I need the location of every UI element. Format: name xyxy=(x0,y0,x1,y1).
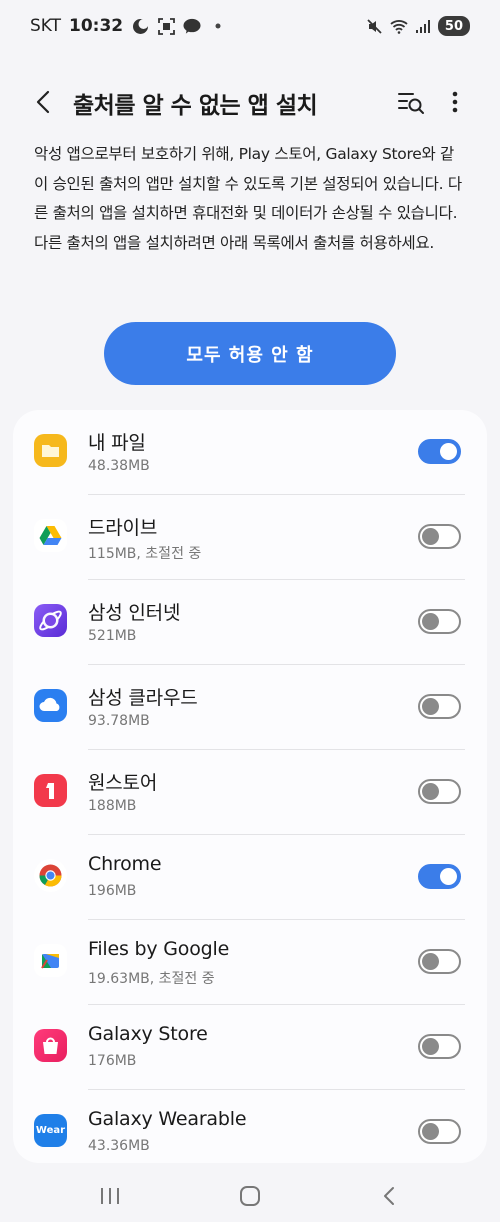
battery-indicator: 50 xyxy=(437,16,470,36)
notification-dot-icon xyxy=(209,17,227,35)
toggle-knob xyxy=(422,613,439,630)
status-bar: SKT 10:32 50 xyxy=(0,0,500,52)
allow-toggle[interactable] xyxy=(418,609,461,634)
app-name: 삼성 인터넷 xyxy=(88,602,181,624)
toggle-knob xyxy=(422,698,439,715)
more-vert-icon xyxy=(452,91,458,113)
toggle-knob xyxy=(422,783,439,800)
app-row[interactable]: Wear Galaxy Wearable 43.36MB xyxy=(13,1090,487,1163)
app-size: 43.36MB xyxy=(88,1138,150,1154)
app-name: 원스토어 xyxy=(88,772,158,794)
page-title: 출처를 알 수 없는 앱 설치 xyxy=(73,93,318,119)
app-size: 188MB xyxy=(88,798,137,814)
app-name: Galaxy Wearable xyxy=(88,1108,247,1130)
allow-toggle[interactable] xyxy=(418,779,461,804)
toggle-knob xyxy=(422,953,439,970)
signal-icon xyxy=(414,17,432,35)
app-size: 196MB xyxy=(88,883,137,899)
screenshot-icon xyxy=(157,17,175,35)
app-name: 드라이브 xyxy=(88,517,158,539)
app-row[interactable]: 삼성 인터넷 521MB xyxy=(13,580,487,665)
my-files-icon xyxy=(34,434,67,467)
app-row[interactable]: 원스토어 188MB xyxy=(13,750,487,835)
back-button[interactable] xyxy=(30,88,58,116)
toggle-knob xyxy=(422,1123,439,1140)
back-arrow-icon xyxy=(36,90,50,114)
files-by-google-icon xyxy=(34,944,67,977)
app-name: 내 파일 xyxy=(88,432,146,454)
app-size: 115MB, 초절전 중 xyxy=(88,546,202,562)
app-name: 삼성 클라우드 xyxy=(88,687,198,709)
app-size: 176MB xyxy=(88,1053,137,1069)
google-drive-icon xyxy=(34,519,67,552)
back-nav-button[interactable] xyxy=(376,1182,404,1210)
search-button[interactable] xyxy=(397,90,425,116)
home-button[interactable] xyxy=(236,1182,264,1210)
wifi-icon xyxy=(390,17,408,35)
app-row[interactable]: Files by Google 19.63MB, 초절전 중 xyxy=(13,920,487,1005)
chrome-icon xyxy=(34,859,67,892)
toggle-knob xyxy=(422,528,439,545)
recents-button[interactable] xyxy=(96,1182,124,1210)
do-not-disturb-icon xyxy=(131,17,149,35)
kakaotalk-icon xyxy=(183,17,201,35)
mute-icon xyxy=(366,17,384,35)
description-text: 악성 앱으로부터 보호하기 위해, Play 스토어, Galaxy Store… xyxy=(34,145,462,252)
carrier-label: SKT xyxy=(30,16,62,36)
disallow-all-button[interactable]: 모두 허용 안 함 xyxy=(104,322,396,385)
home-icon xyxy=(240,1186,260,1206)
toggle-knob xyxy=(440,443,457,460)
app-name: Files by Google xyxy=(88,938,230,960)
toggle-knob xyxy=(440,868,457,885)
app-name: Galaxy Store xyxy=(88,1023,208,1045)
app-size: 19.63MB, 초절전 중 xyxy=(88,971,215,987)
app-row[interactable]: 삼성 클라우드 93.78MB xyxy=(13,665,487,750)
allow-toggle[interactable] xyxy=(418,439,461,464)
app-size: 93.78MB xyxy=(88,713,150,729)
samsung-internet-icon xyxy=(34,604,67,637)
app-name: Chrome xyxy=(88,853,162,875)
allow-toggle[interactable] xyxy=(418,1034,461,1059)
galaxy-store-icon xyxy=(34,1029,67,1062)
back-nav-icon xyxy=(384,1187,394,1205)
app-row[interactable]: 내 파일 48.38MB xyxy=(13,410,487,495)
icon-text: Wear xyxy=(35,1125,66,1136)
app-list: 내 파일 48.38MB 드라이브 115MB, 초절전 중 삼성 인터넷 521MB 삼성… xyxy=(13,410,487,1163)
clock: 10:32 xyxy=(69,16,124,36)
app-size: 48.38MB xyxy=(88,458,150,474)
allow-toggle[interactable] xyxy=(418,524,461,549)
more-options-button[interactable] xyxy=(444,88,466,116)
allow-toggle[interactable] xyxy=(418,1119,461,1144)
toggle-knob xyxy=(422,1038,439,1055)
samsung-cloud-icon xyxy=(34,689,67,722)
allow-toggle[interactable] xyxy=(418,864,461,889)
app-bar: 출처를 알 수 없는 앱 설치 xyxy=(0,78,500,126)
search-list-icon xyxy=(398,93,424,114)
navigation-bar xyxy=(0,1170,500,1222)
allow-toggle[interactable] xyxy=(418,694,461,719)
galaxy-wearable-icon: Wear xyxy=(34,1114,67,1147)
onestore-icon xyxy=(34,774,67,807)
app-row[interactable]: Chrome 196MB xyxy=(13,835,487,920)
recents-icon xyxy=(101,1188,119,1204)
app-size: 521MB xyxy=(88,628,137,644)
app-row[interactable]: 드라이브 115MB, 초절전 중 xyxy=(13,495,487,580)
app-row[interactable]: Galaxy Store 176MB xyxy=(13,1005,487,1090)
allow-toggle[interactable] xyxy=(418,949,461,974)
